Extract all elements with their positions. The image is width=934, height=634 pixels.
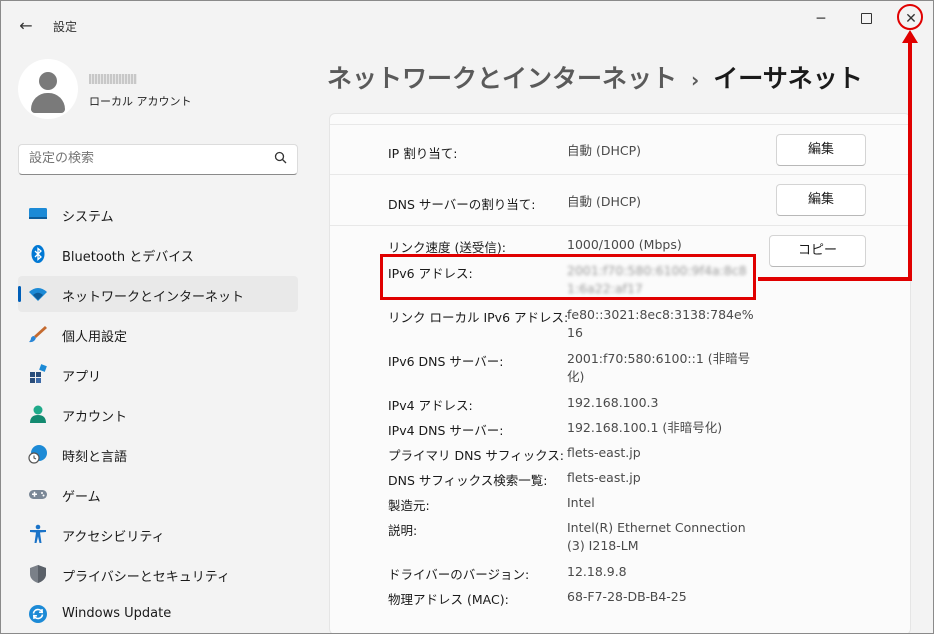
driver-version-label: ドライバーのバージョン: (388, 567, 530, 582)
avatar[interactable] (18, 59, 78, 119)
maximize-button[interactable] (846, 5, 886, 33)
sidebar-item-accounts[interactable]: アカウント (18, 396, 298, 432)
sidebar-item-label: Bluetooth とデバイス (62, 250, 194, 265)
primary-dns-suffix-label: プライマリ DNS サフィックス: (388, 448, 564, 463)
avatar-head-shape (39, 72, 57, 90)
sidebar-nav: システム Bluetooth とデバイス ネットワークとインターネット 個人用設… (18, 196, 298, 633)
sidebar-item-time-language[interactable]: 時刻と言語 (18, 436, 298, 472)
edit-ip-button[interactable]: 編集 (776, 134, 866, 166)
sidebar-item-gaming[interactable]: ゲーム (18, 476, 298, 512)
ethernet-properties-panel: IP 割り当て: 自動 (DHCP) 編集 DNS サーバーの割り当て: 自動 … (329, 113, 911, 633)
primary-dns-suffix-value: flets-east.jp (567, 445, 641, 460)
sidebar-item-system[interactable]: システム (18, 196, 298, 232)
app-title: 設定 (53, 20, 78, 34)
driver-version-value: 12.18.9.8 (567, 564, 627, 579)
search-box[interactable] (18, 144, 298, 175)
description-value: Intel(R) Ethernet Connection (3) I218-LM (567, 520, 746, 553)
close-highlight-circle (897, 4, 923, 30)
sidebar-item-label: ゲーム (62, 490, 101, 505)
divider (330, 225, 910, 226)
description-label: 説明: (388, 523, 418, 538)
settings-window: ← 設定 ─ ✕ ローカル アカウント システム Bluetooth とデバイス… (0, 0, 934, 634)
search-input[interactable] (29, 151, 259, 166)
annotation-arrow-horizontal (758, 277, 912, 281)
sidebar-item-accessibility[interactable]: アクセシビリティ (18, 516, 298, 552)
annotation-arrow-head (902, 30, 918, 43)
breadcrumb-parent[interactable]: ネットワークとインターネット (327, 64, 677, 93)
wifi-icon (28, 284, 48, 304)
annotation-arrow-vertical (908, 41, 912, 281)
manufacturer-value: Intel (567, 495, 595, 510)
ipv4-address-value: 192.168.100.3 (567, 395, 659, 410)
mac-address-value: 68-F7-28-DB-B4-25 (567, 589, 687, 604)
selected-indicator (18, 286, 21, 302)
sidebar-item-network[interactable]: ネットワークとインターネット (18, 276, 298, 312)
dns-assignment-label: DNS サーバーの割り当て: (388, 197, 536, 212)
system-icon (28, 204, 48, 224)
sidebar-item-windows-update[interactable]: Windows Update (18, 596, 298, 632)
link-local-ipv6-label: リンク ローカル IPv6 アドレス: (388, 310, 569, 325)
ip-assignment-label: IP 割り当て: (388, 146, 458, 161)
bluetooth-icon (28, 244, 48, 264)
brush-icon (28, 324, 48, 344)
sidebar-item-label: アクセシビリティ (62, 530, 165, 545)
account-type: ローカル アカウント (89, 95, 192, 108)
edit-dns-button[interactable]: 編集 (776, 184, 866, 216)
ipv6-dns-value: 2001:f70:580:6100::1 (非暗号化) (567, 351, 751, 384)
breadcrumb: ネットワークとインターネット › イーサネット (327, 59, 863, 95)
sidebar-item-label: ネットワークとインターネット (62, 290, 245, 305)
link-speed-value: 1000/1000 (Mbps) (567, 237, 682, 252)
sidebar-item-label: 個人用設定 (62, 330, 128, 345)
dns-assignment-value: 自動 (DHCP) (567, 194, 642, 209)
sidebar-item-label: 時刻と言語 (62, 450, 128, 465)
account-icon (28, 404, 48, 424)
ipv4-dns-label: IPv4 DNS サーバー: (388, 423, 504, 438)
sidebar-item-bluetooth[interactable]: Bluetooth とデバイス (18, 236, 298, 272)
ipv6-dns-label: IPv6 DNS サーバー: (388, 354, 504, 369)
manufacturer-label: 製造元: (388, 498, 430, 513)
title-bar: ← 設定 ─ ✕ (1, 1, 933, 49)
mac-address-label: 物理アドレス (MAC): (388, 592, 509, 607)
avatar-body-shape (31, 93, 65, 113)
account-name-redacted (89, 74, 137, 84)
ipv4-address-label: IPv4 アドレス: (388, 398, 473, 413)
sidebar-item-label: Windows Update (62, 606, 172, 621)
search-icon[interactable] (274, 151, 287, 168)
ip-assignment-value: 自動 (DHCP) (567, 143, 642, 158)
sidebar-item-label: プライバシーとセキュリティ (62, 570, 230, 585)
sidebar-item-personalization[interactable]: 個人用設定 (18, 316, 298, 352)
sidebar-item-label: システム (62, 210, 114, 225)
ipv6-highlight-box (380, 254, 756, 300)
dns-suffix-search-label: DNS サフィックス検索一覧: (388, 473, 548, 488)
gamepad-icon (28, 484, 48, 504)
sidebar-item-label: アカウント (62, 410, 128, 425)
ipv4-dns-value: 192.168.100.1 (非暗号化) (567, 420, 723, 435)
link-local-ipv6-value: fe80::3021:8ec8:3138:784e%16 (567, 307, 754, 340)
shield-icon (28, 564, 48, 584)
minimize-button[interactable]: ─ (801, 5, 841, 33)
page-title: イーサネット (713, 64, 863, 93)
accessibility-icon (28, 524, 48, 544)
clock-globe-icon (28, 444, 48, 464)
back-arrow-icon[interactable]: ← (13, 13, 39, 39)
sidebar-item-apps[interactable]: アプリ (18, 356, 298, 392)
copy-button[interactable]: コピー (769, 235, 866, 267)
breadcrumb-separator: › (691, 68, 700, 92)
sidebar-item-label: アプリ (62, 370, 102, 385)
dns-suffix-search-value: flets-east.jp (567, 470, 641, 485)
divider (330, 174, 910, 175)
update-icon (28, 604, 48, 624)
apps-icon (28, 364, 48, 384)
maximize-icon (860, 12, 872, 24)
divider (330, 124, 910, 125)
sidebar-item-privacy[interactable]: プライバシーとセキュリティ (18, 556, 298, 592)
